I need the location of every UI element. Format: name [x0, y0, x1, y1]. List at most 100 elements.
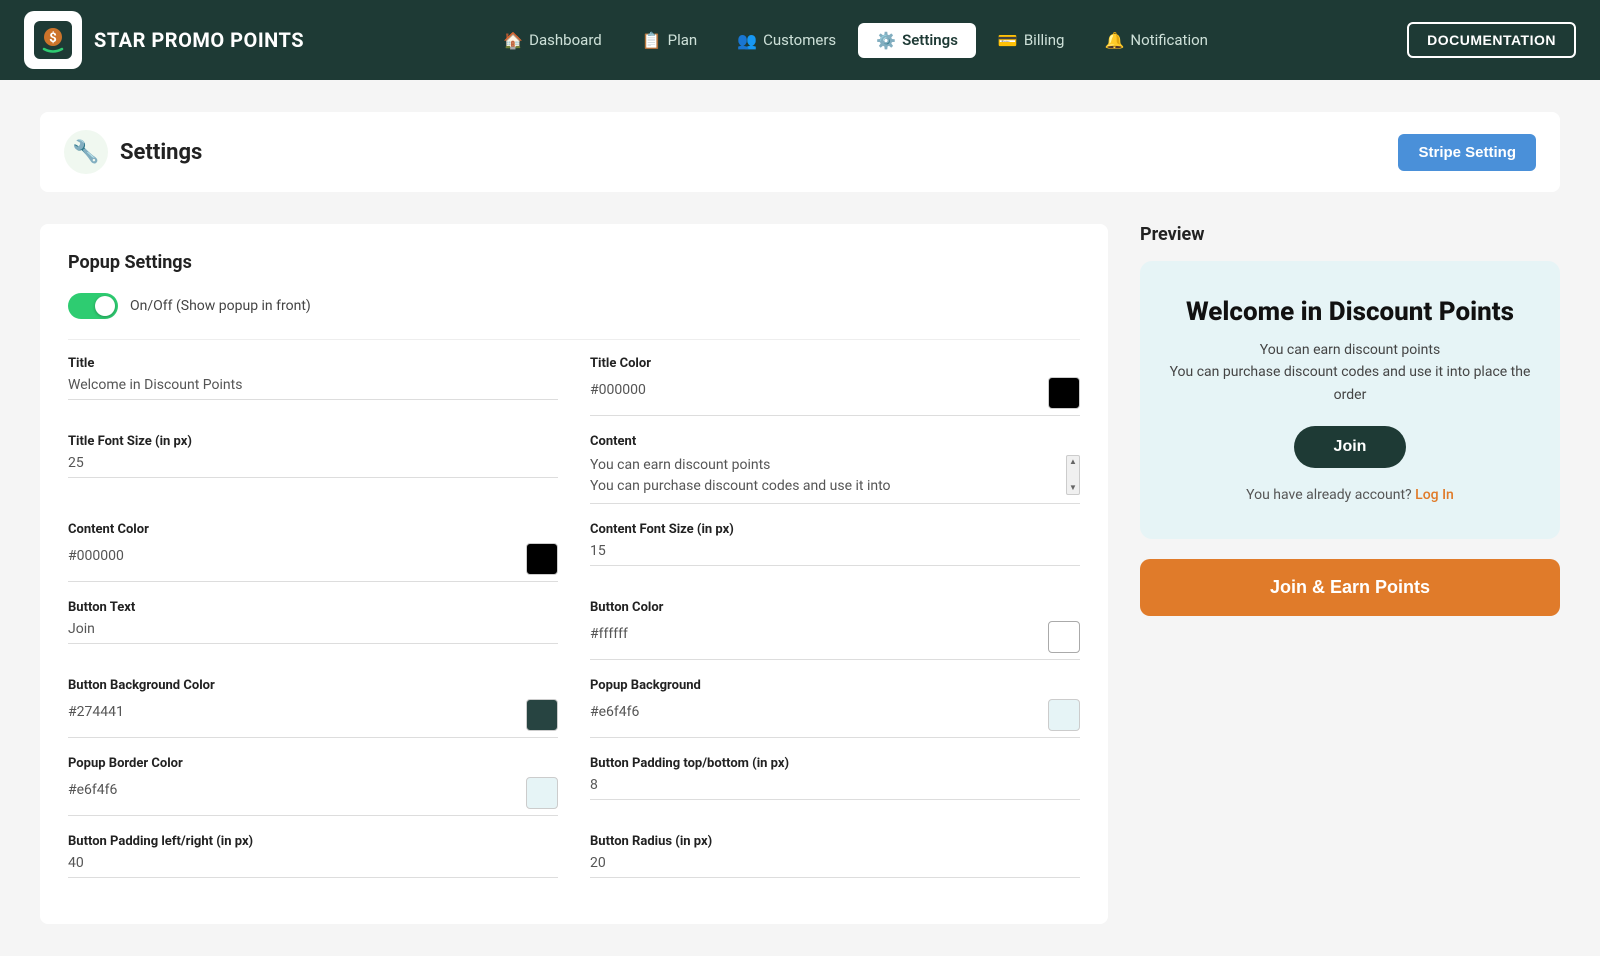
popup-border-color-field-group: Popup Border Color #e6f4f6 — [68, 756, 558, 816]
btn-padding-tb-label: Button Padding top/bottom (in px) — [590, 756, 1080, 771]
popup-background-swatch[interactable] — [1048, 699, 1080, 731]
content-font-size-value[interactable]: 15 — [590, 543, 1080, 566]
customers-icon: 👥 — [737, 31, 757, 50]
content-color-value[interactable]: #000000 — [68, 548, 124, 570]
popup-border-color-swatch[interactable] — [526, 777, 558, 809]
title-color-swatch[interactable] — [1048, 377, 1080, 409]
title-label: Title — [68, 356, 558, 371]
scroll-indicator: ▲ ▼ — [1066, 455, 1080, 495]
nav-dashboard[interactable]: 🏠 Dashboard — [485, 23, 619, 58]
title-font-size-field-group: Title Font Size (in px) 25 — [68, 434, 558, 504]
btn-padding-tb-value[interactable]: 8 — [590, 777, 1080, 800]
popup-background-value[interactable]: #e6f4f6 — [590, 704, 639, 726]
page-header-left: 🔧 Settings — [64, 130, 202, 174]
main-nav: 🏠 Dashboard 📋 Plan 👥 Customers ⚙️ Settin… — [336, 23, 1375, 58]
content-font-size-label: Content Font Size (in px) — [590, 522, 1080, 537]
popup-preview-content: You can earn discount points You can pur… — [1168, 339, 1532, 406]
popup-login-text: You have already account? Log In — [1246, 487, 1454, 503]
plan-icon: 📋 — [642, 31, 662, 50]
content-font-size-field-group: Content Font Size (in px) 15 — [590, 522, 1080, 582]
nav-plan-label: Plan — [668, 31, 698, 49]
nav-plan[interactable]: 📋 Plan — [624, 23, 715, 58]
btn-padding-lr-field-group: Button Padding left/right (in px) 40 — [68, 834, 558, 878]
wrench-icon: 🔧 — [64, 130, 108, 174]
scroll-down-arrow: ▼ — [1069, 484, 1077, 492]
button-text-value[interactable]: Join — [68, 621, 558, 644]
popup-login-link[interactable]: Log In — [1415, 487, 1454, 503]
content-color-label: Content Color — [68, 522, 558, 537]
button-color-row: #ffffff — [590, 621, 1080, 653]
nav-customers-label: Customers — [763, 31, 836, 49]
scroll-up-arrow: ▲ — [1069, 458, 1077, 466]
title-color-label: Title Color — [590, 356, 1080, 371]
nav-dashboard-label: Dashboard — [529, 31, 602, 49]
button-bg-color-swatch[interactable] — [526, 699, 558, 731]
content-label: Content — [590, 434, 1080, 449]
content-color-row: #000000 — [68, 543, 558, 575]
dashboard-icon: 🏠 — [503, 31, 523, 50]
button-text-label: Button Text — [68, 600, 558, 615]
popup-preview: Welcome in Discount Points You can earn … — [1140, 261, 1560, 539]
btn-radius-field-group: Button Radius (in px) 20 — [590, 834, 1080, 878]
title-font-size-label: Title Font Size (in px) — [68, 434, 558, 449]
header: $ STAR PROMO POINTS 🏠 Dashboard 📋 Plan 👥… — [0, 0, 1600, 80]
title-color-value[interactable]: #000000 — [590, 382, 646, 404]
billing-icon: 💳 — [998, 31, 1018, 50]
content-color-field-group: Content Color #000000 — [68, 522, 558, 582]
popup-join-button[interactable]: Join — [1294, 426, 1407, 468]
btn-radius-label: Button Radius (in px) — [590, 834, 1080, 849]
nav-customers[interactable]: 👥 Customers — [719, 23, 854, 58]
popup-background-label: Popup Background — [590, 678, 1080, 693]
logo-icon: $ — [34, 21, 72, 59]
title-value[interactable]: Welcome in Discount Points — [68, 377, 558, 400]
button-text-field-group: Button Text Join — [68, 600, 558, 660]
popup-border-color-value[interactable]: #e6f4f6 — [68, 782, 117, 804]
show-popup-toggle[interactable] — [68, 293, 118, 319]
page-content: 🔧 Settings Stripe Setting Popup Settings… — [0, 80, 1600, 956]
popup-background-field-group: Popup Background #e6f4f6 — [590, 678, 1080, 738]
btn-padding-lr-value[interactable]: 40 — [68, 855, 558, 878]
title-font-size-value[interactable]: 25 — [68, 455, 558, 478]
nav-settings[interactable]: ⚙️ Settings — [858, 23, 976, 58]
notification-icon: 🔔 — [1104, 31, 1124, 50]
page-title: Settings — [120, 140, 202, 165]
button-color-label: Button Color — [590, 600, 1080, 615]
content-value[interactable]: You can earn discount points You can pur… — [590, 455, 1060, 503]
content-textarea-wrapper: You can earn discount points You can pur… — [590, 455, 1080, 504]
preview-panel: Preview Welcome in Discount Points You c… — [1140, 224, 1560, 924]
popup-border-color-row: #e6f4f6 — [68, 777, 558, 809]
popup-preview-title: Welcome in Discount Points — [1168, 297, 1532, 327]
svg-text:$: $ — [49, 31, 56, 46]
button-bg-color-value[interactable]: #274441 — [68, 704, 124, 726]
nav-billing-label: Billing — [1024, 31, 1065, 49]
content-field-group: Content You can earn discount points You… — [590, 434, 1080, 504]
nav-notification[interactable]: 🔔 Notification — [1086, 23, 1225, 58]
button-bg-color-row: #274441 — [68, 699, 558, 731]
main-layout: Popup Settings On/Off (Show popup in fro… — [40, 224, 1560, 924]
earn-points-button[interactable]: Join & Earn Points — [1140, 559, 1560, 616]
logo-box: $ — [24, 11, 82, 69]
button-color-swatch[interactable] — [1048, 621, 1080, 653]
button-color-value[interactable]: #ffffff — [590, 626, 628, 648]
preview-title: Preview — [1140, 224, 1560, 245]
nav-notification-label: Notification — [1130, 31, 1208, 49]
btn-radius-value[interactable]: 20 — [590, 855, 1080, 878]
button-bg-color-label: Button Background Color — [68, 678, 558, 693]
toggle-label: On/Off (Show popup in front) — [130, 298, 311, 314]
documentation-button[interactable]: DOCUMENTATION — [1407, 22, 1576, 58]
title-color-field-group: Title Color #000000 — [590, 356, 1080, 416]
popup-border-color-label: Popup Border Color — [68, 756, 558, 771]
divider — [68, 339, 1080, 340]
btn-padding-lr-label: Button Padding left/right (in px) — [68, 834, 558, 849]
page-header: 🔧 Settings Stripe Setting — [40, 112, 1560, 192]
btn-padding-tb-field-group: Button Padding top/bottom (in px) 8 — [590, 756, 1080, 816]
toggle-row: On/Off (Show popup in front) — [68, 293, 1080, 319]
popup-background-row: #e6f4f6 — [590, 699, 1080, 731]
content-color-swatch[interactable] — [526, 543, 558, 575]
settings-panel: Popup Settings On/Off (Show popup in fro… — [40, 224, 1108, 924]
stripe-setting-button[interactable]: Stripe Setting — [1398, 134, 1536, 171]
button-bg-color-field-group: Button Background Color #274441 — [68, 678, 558, 738]
nav-settings-label: Settings — [902, 31, 958, 49]
fields-grid: Title Welcome in Discount Points Title C… — [68, 356, 1080, 896]
nav-billing[interactable]: 💳 Billing — [980, 23, 1083, 58]
